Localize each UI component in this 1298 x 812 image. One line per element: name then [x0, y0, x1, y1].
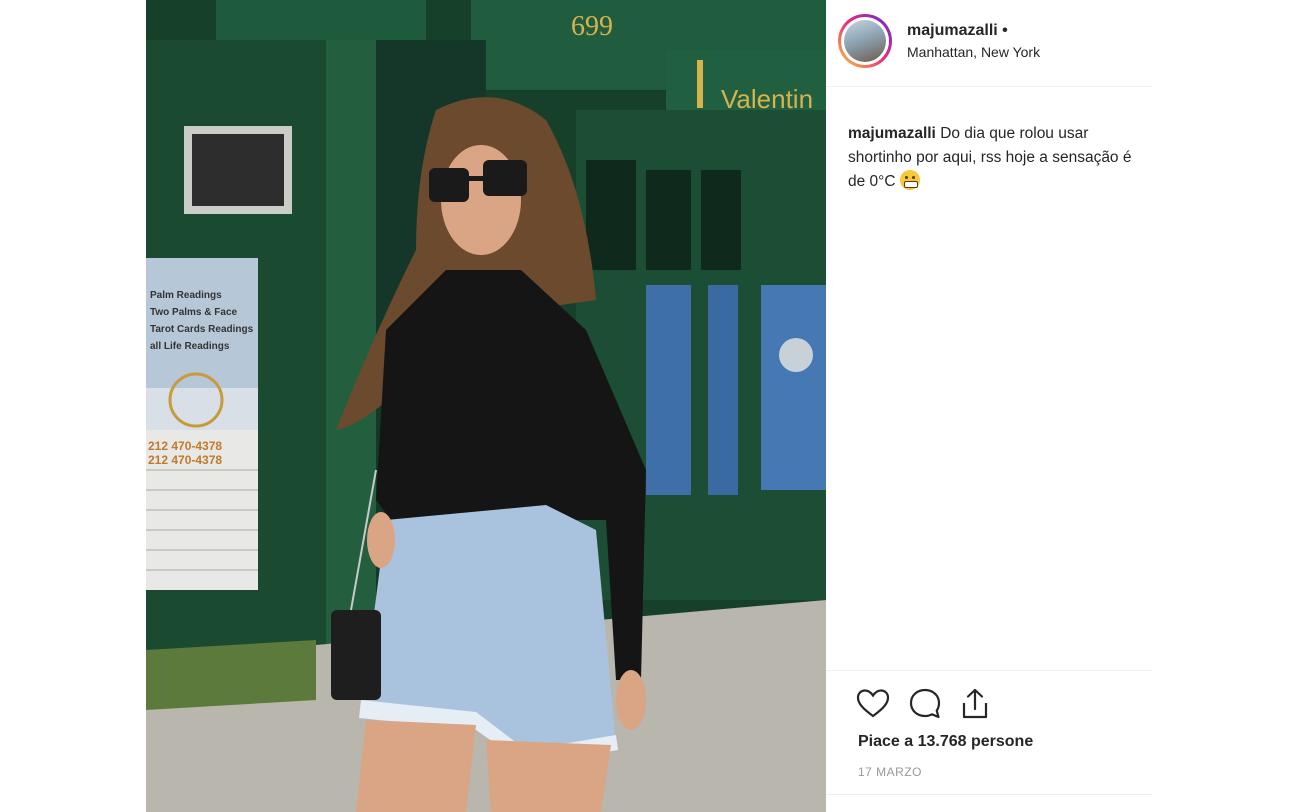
post-username[interactable]: majumazalli •	[907, 22, 1008, 40]
post-date[interactable]: 17 MARZO	[858, 765, 922, 779]
divider	[826, 794, 1152, 795]
comment-icon[interactable]	[908, 687, 942, 721]
window-sign-line: all Life Readings	[150, 341, 230, 352]
grimacing-face-emoji-icon	[899, 170, 920, 190]
storefront-number: 699	[571, 11, 613, 42]
post-actions	[826, 670, 1152, 731]
phone-number: 212 470-4378	[148, 439, 222, 453]
window-sign-line: Two Palms & Face	[150, 307, 238, 318]
separator-dot: •	[1002, 22, 1008, 39]
avatar[interactable]	[838, 14, 892, 68]
post-photo[interactable]: 699 Valentin Palm Readings Two Palms & F…	[146, 0, 826, 812]
post-header: majumazalli • Manhattan, New York	[826, 0, 1152, 87]
avatar-border	[841, 17, 889, 65]
post-caption: majumazalli Do dia que rolou usar shorti…	[848, 122, 1143, 194]
caption-username[interactable]: majumazalli	[848, 125, 936, 142]
share-icon[interactable]	[958, 687, 992, 721]
username-text[interactable]: majumazalli	[907, 22, 998, 39]
post-photo-illustration: 699 Valentin Palm Readings Two Palms & F…	[146, 0, 826, 812]
phone-number: 212 470-4378	[148, 453, 222, 467]
avatar-image	[844, 20, 886, 62]
storefront-sign: Valentin	[721, 84, 813, 114]
window-sign-line: Tarot Cards Readings	[150, 324, 254, 335]
likes-count[interactable]: Piace a 13.768 persone	[858, 733, 1033, 751]
post-panel: majumazalli • Manhattan, New York majuma…	[826, 0, 1152, 812]
post-location[interactable]: Manhattan, New York	[907, 44, 1040, 60]
heart-icon[interactable]	[856, 687, 890, 721]
window-sign-line: Palm Readings	[150, 290, 222, 301]
